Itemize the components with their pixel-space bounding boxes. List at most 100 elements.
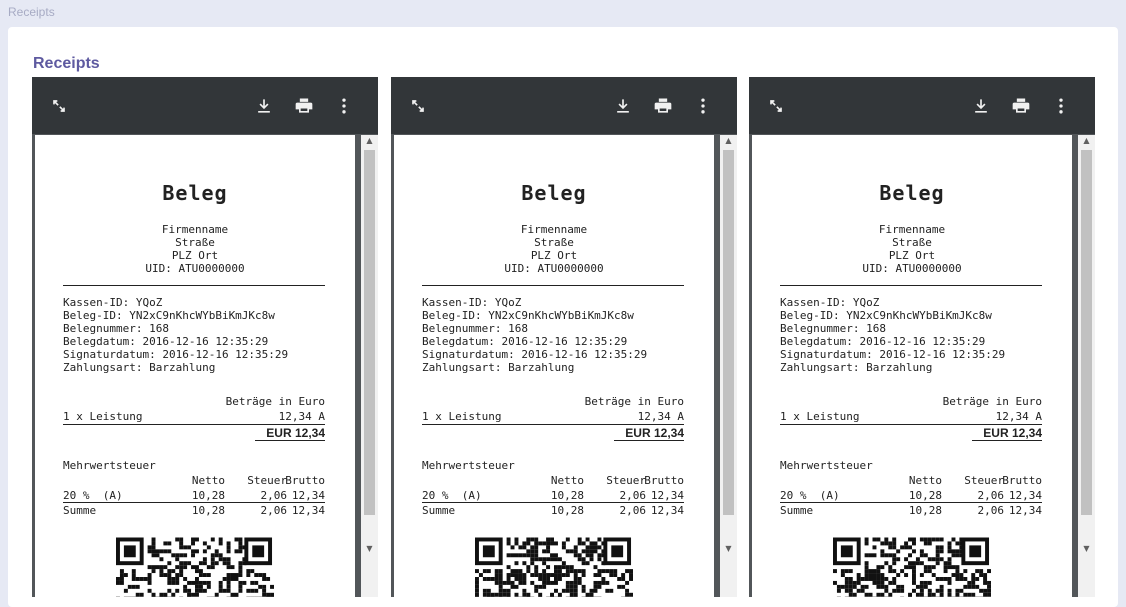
mwst-label: Mehrwertsteuer <box>780 459 873 472</box>
scroll-down-icon[interactable]: ▼ <box>361 543 378 555</box>
divider <box>63 424 325 425</box>
company-city: PLZ Ort <box>394 249 714 262</box>
scrollbar[interactable]: ▲ ▼ <box>720 135 737 597</box>
company-uid: UID: ATU0000000 <box>35 262 355 275</box>
expand-icon[interactable] <box>49 96 69 116</box>
item-label: 1 x Leistung <box>780 410 859 423</box>
divider <box>780 424 1042 425</box>
divider <box>422 424 684 425</box>
more-vert-icon[interactable] <box>334 96 354 116</box>
total-amount: EUR 12,34 <box>625 426 684 440</box>
receipt-title: Beleg <box>394 181 714 205</box>
zahlungsart: Zahlungsart: Barzahlung <box>780 361 932 374</box>
pdf-viewer: Beleg Firmenname Straße PLZ Ort UID: ATU… <box>391 77 737 597</box>
total-amount: EUR 12,34 <box>983 426 1042 440</box>
pdf-viewer: Beleg Firmenname Straße PLZ Ort UID: ATU… <box>749 77 1095 597</box>
kassen-id: Kassen-ID: YQoZ <box>422 296 521 309</box>
divider <box>972 440 1042 441</box>
download-icon[interactable] <box>613 96 633 116</box>
belegnummer: Belegnummer: 168 <box>780 322 886 335</box>
pdf-viewer: Beleg Firmenname Straße PLZ Ort UID: ATU… <box>32 77 378 597</box>
scroll-up-icon[interactable]: ▲ <box>1078 135 1095 147</box>
company-city: PLZ Ort <box>752 249 1072 262</box>
breadcrumb: Receipts <box>8 5 55 19</box>
company-uid: UID: ATU0000000 <box>752 262 1072 275</box>
more-vert-icon[interactable] <box>693 96 713 116</box>
sum-row-steuer: 2,06 <box>261 504 288 517</box>
print-icon[interactable] <box>653 96 673 116</box>
scrollbar-thumb[interactable] <box>723 150 734 515</box>
more-vert-icon[interactable] <box>1051 96 1071 116</box>
scroll-up-icon[interactable]: ▲ <box>720 135 737 147</box>
qr-code <box>475 537 633 597</box>
tax-row-steuer: 2,06 <box>978 489 1005 502</box>
scrollbar-thumb[interactable] <box>364 150 375 515</box>
belegdatum: Belegdatum: 2016-12-16 12:35:29 <box>63 335 268 348</box>
company-uid: UID: ATU0000000 <box>394 262 714 275</box>
sum-row-brutto: 12,34 <box>651 504 684 517</box>
item-amount: 12,34 A <box>279 410 325 423</box>
company-street: Straße <box>752 236 1072 249</box>
sum-row-label: Summe <box>422 504 455 517</box>
download-icon[interactable] <box>254 96 274 116</box>
company-city: PLZ Ort <box>35 249 355 262</box>
divider <box>614 440 684 441</box>
signaturdatum: Signaturdatum: 2016-12-16 12:35:29 <box>780 348 1005 361</box>
sum-row-steuer: 2,06 <box>978 504 1005 517</box>
belegdatum: Belegdatum: 2016-12-16 12:35:29 <box>422 335 627 348</box>
receipt-page: Beleg Firmenname Straße PLZ Ort UID: ATU… <box>752 135 1072 597</box>
receipt-page: Beleg Firmenname Straße PLZ Ort UID: ATU… <box>394 135 714 597</box>
receipt-title: Beleg <box>752 181 1072 205</box>
item-label: 1 x Leistung <box>422 410 501 423</box>
item-amount: 12,34 A <box>996 410 1042 423</box>
qr-code <box>833 537 991 597</box>
viewer-toolbar <box>749 77 1095 134</box>
tax-header-steuer: Steuer <box>964 474 1004 487</box>
divider <box>780 285 1042 286</box>
belegdatum: Belegdatum: 2016-12-16 12:35:29 <box>780 335 985 348</box>
download-icon[interactable] <box>971 96 991 116</box>
item-label: 1 x Leistung <box>63 410 142 423</box>
sum-row-netto: 10,28 <box>192 504 225 517</box>
zahlungsart: Zahlungsart: Barzahlung <box>63 361 215 374</box>
divider <box>255 440 325 441</box>
beleg-id: Beleg-ID: YN2xC9nKhcWYbBiKmJKc8w <box>63 309 275 322</box>
tax-row-label: 20 % (A) <box>63 489 123 502</box>
company-street: Straße <box>394 236 714 249</box>
sum-row-label: Summe <box>780 504 813 517</box>
zahlungsart: Zahlungsart: Barzahlung <box>422 361 574 374</box>
tax-row-steuer: 2,06 <box>620 489 647 502</box>
receipt-title: Beleg <box>35 181 355 205</box>
print-icon[interactable] <box>294 96 314 116</box>
mwst-label: Mehrwertsteuer <box>63 459 156 472</box>
tax-row-netto: 10,28 <box>551 489 584 502</box>
scroll-down-icon[interactable]: ▼ <box>1078 543 1095 555</box>
betraege-header: Beträge in Euro <box>585 395 684 408</box>
scroll-down-icon[interactable]: ▼ <box>720 543 737 555</box>
print-icon[interactable] <box>1011 96 1031 116</box>
kassen-id: Kassen-ID: YQoZ <box>63 296 162 309</box>
tax-header-brutto: Brutto <box>644 474 684 487</box>
tax-row-brutto: 12,34 <box>1009 489 1042 502</box>
signaturdatum: Signaturdatum: 2016-12-16 12:35:29 <box>63 348 288 361</box>
expand-icon[interactable] <box>766 96 786 116</box>
scrollbar-thumb[interactable] <box>1081 150 1092 515</box>
divider <box>63 502 325 503</box>
expand-icon[interactable] <box>408 96 428 116</box>
scrollbar[interactable]: ▲ ▼ <box>361 135 378 597</box>
divider <box>63 285 325 286</box>
scrollbar[interactable]: ▲ ▼ <box>1078 135 1095 597</box>
tax-header-netto: Netto <box>192 474 225 487</box>
mwst-label: Mehrwertsteuer <box>422 459 515 472</box>
tax-header-brutto: Brutto <box>285 474 325 487</box>
tax-row-netto: 10,28 <box>909 489 942 502</box>
total-amount: EUR 12,34 <box>266 426 325 440</box>
betraege-header: Beträge in Euro <box>226 395 325 408</box>
scroll-up-icon[interactable]: ▲ <box>361 135 378 147</box>
qr-code <box>116 537 274 597</box>
tax-row-netto: 10,28 <box>192 489 225 502</box>
tax-row-brutto: 12,34 <box>651 489 684 502</box>
divider <box>422 502 684 503</box>
page-title: Receipts <box>33 55 100 73</box>
company-name: Firmenname <box>752 223 1072 236</box>
